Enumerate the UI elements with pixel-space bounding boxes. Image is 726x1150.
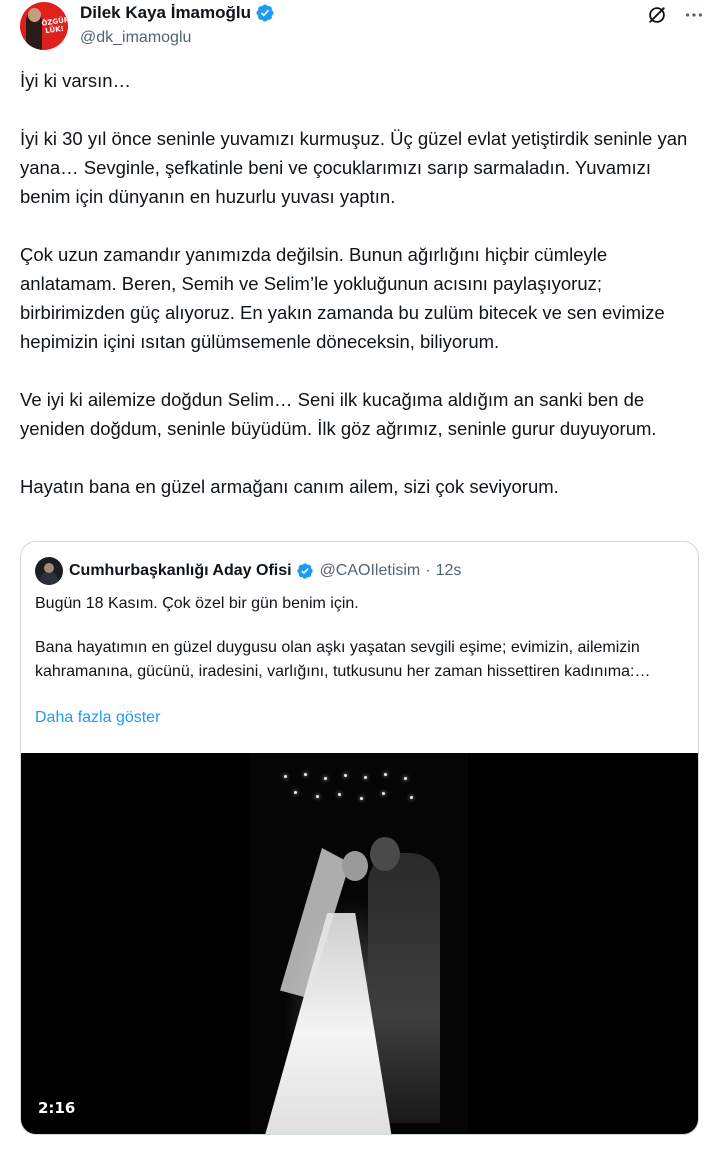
- quoted-tweet-paragraph: Bana hayatımın en güzel duygusu olan aşk…: [35, 639, 651, 680]
- tweet-paragraph: Çok uzun zamandır yanımızda değilsin. Bu…: [20, 244, 665, 352]
- quoted-tweet-text: Bugün 18 Kasım. Çok özel bir gün benim i…: [35, 592, 685, 684]
- author-display-name[interactable]: Dilek Kaya İmamoğlu: [80, 3, 251, 23]
- tweet-header: ÖZGÜR-LÜK! Dilek Kaya İmamoğlu @dk_imamo…: [20, 2, 706, 50]
- quoted-author-avatar[interactable]: [35, 557, 63, 585]
- avatar-logo-text: ÖZGÜR-LÜK!: [41, 15, 68, 36]
- tweet-paragraph: İyi ki varsın…: [20, 70, 132, 91]
- groom-head: [370, 837, 400, 871]
- ceiling-lights: [280, 771, 420, 811]
- avatar-portrait-head: [28, 8, 41, 22]
- quoted-author-name[interactable]: Cumhurbaşkanlığı Aday Ofisi: [69, 562, 292, 580]
- grok-icon[interactable]: [646, 4, 668, 26]
- verified-badge-icon: [256, 4, 274, 22]
- verified-badge-icon: [296, 563, 313, 579]
- quoted-tweet-line: Bugün 18 Kasım. Çok özel bir gün benim i…: [35, 595, 359, 612]
- bride-head: [342, 851, 368, 881]
- quoted-tweet-header: Cumhurbaşkanlığı Aday Ofisi @CAOIletisim…: [35, 556, 461, 586]
- quoted-tweet-time[interactable]: 12s: [436, 562, 462, 580]
- tweet-paragraph: İyi ki 30 yıl önce seninle yuvamızı kurm…: [20, 128, 688, 207]
- video-frame-wedding: [250, 753, 468, 1134]
- show-more-link[interactable]: Daha fazla göster: [35, 709, 160, 727]
- video-player[interactable]: 2:16: [21, 753, 698, 1134]
- tweet-paragraph: Hayatın bana en güzel armağanı canım ail…: [20, 476, 559, 497]
- quoted-tweet-card[interactable]: Cumhurbaşkanlığı Aday Ofisi @CAOIletisim…: [20, 541, 699, 1135]
- tweet-text: İyi ki varsın… İyi ki 30 yıl önce seninl…: [20, 66, 690, 530]
- quoted-author-handle[interactable]: @CAOIletisim: [320, 562, 421, 580]
- ellipsis-icon[interactable]: [682, 4, 706, 26]
- tweet-paragraph: Ve iyi ki ailemize doğdun Selim… Seni il…: [20, 389, 657, 439]
- separator-dot: ·: [425, 562, 431, 579]
- couple-silhouette: [250, 837, 468, 1134]
- author-avatar[interactable]: ÖZGÜR-LÜK!: [20, 2, 68, 50]
- author-handle[interactable]: @dk_imamoglu: [80, 29, 191, 47]
- video-duration: 2:16: [38, 1099, 76, 1117]
- author-name-row[interactable]: Dilek Kaya İmamoğlu: [80, 3, 275, 23]
